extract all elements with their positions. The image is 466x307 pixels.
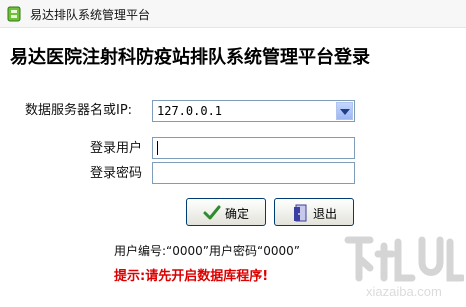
ok-button-label: 确定	[225, 207, 250, 221]
server-value: 127.0.0.1	[157, 104, 223, 118]
username-input[interactable]	[152, 137, 355, 159]
app-logo-icon	[7, 6, 21, 22]
database-warning: 提示:请先开启数据库程序!	[114, 269, 269, 284]
user-label: 登录用户	[90, 141, 143, 156]
server-select[interactable]: 127.0.0.1	[152, 100, 355, 122]
login-window: 易达排队系统管理平台 易达医院注射科防疫站排队系统管理平台登录 数据服务器名或I…	[0, 0, 466, 307]
text-caret	[157, 141, 158, 155]
chevron-down-icon[interactable]	[336, 102, 353, 120]
password-label: 登录密码	[90, 166, 143, 181]
window-title: 易达排队系统管理平台	[30, 8, 151, 22]
watermark-text: xiazaiba.com	[366, 284, 442, 299]
exit-button[interactable]: 退出	[274, 198, 354, 226]
watermark-logo: xiazaiba.com	[340, 232, 466, 304]
ok-button[interactable]: 确定	[186, 198, 266, 226]
default-credentials-hint: 用户编号:“0000”用户密码“0000”	[114, 244, 300, 258]
watermark-logo-icon	[344, 236, 466, 282]
password-input[interactable]	[152, 162, 355, 184]
exit-door-icon	[294, 204, 307, 222]
exit-button-label: 退出	[313, 207, 338, 221]
check-icon	[203, 205, 221, 220]
page-title: 易达医院注射科防疫站排队系统管理平台登录	[10, 47, 370, 68]
title-bar[interactable]: 易达排队系统管理平台	[0, 0, 466, 28]
server-label: 数据服务器名或IP:	[25, 103, 133, 118]
